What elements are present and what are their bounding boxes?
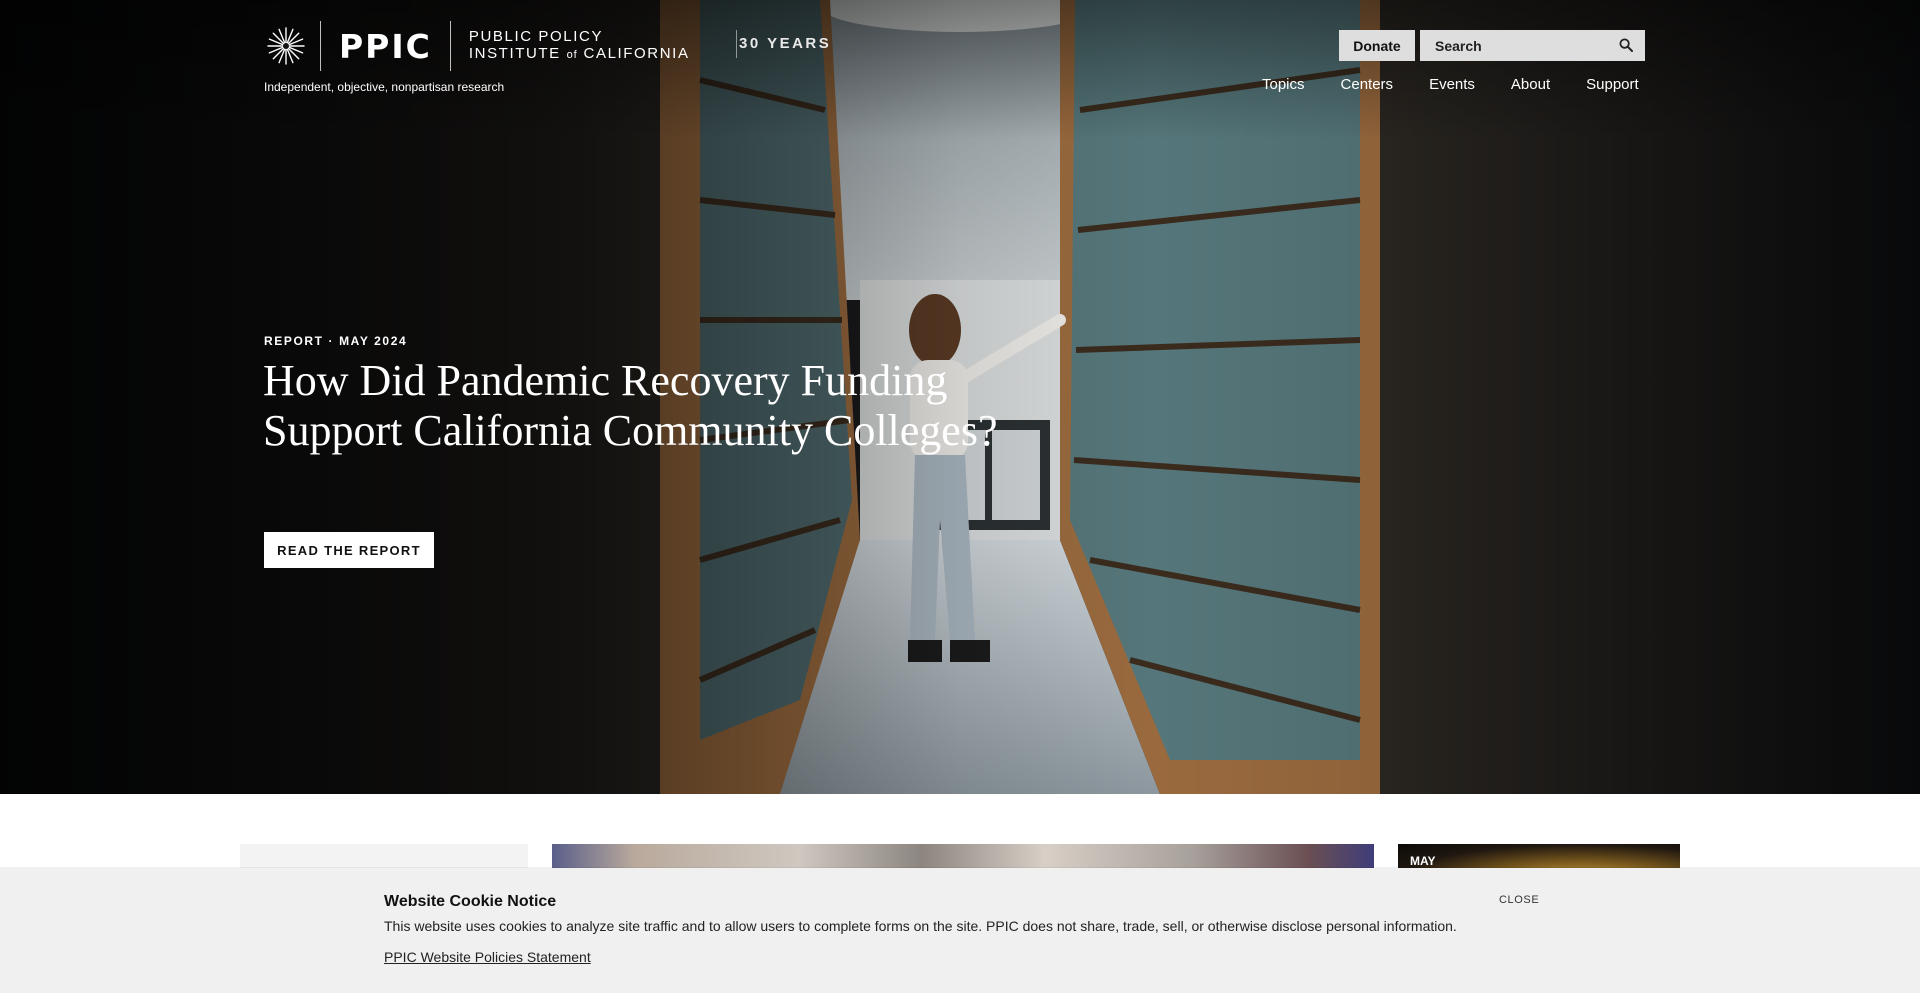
nav-events[interactable]: Events [1429,76,1475,93]
logo-name-line1: PUBLIC POLICY [468,28,604,45]
logo-name-of: of [566,49,578,61]
nav-topics[interactable]: Topics [1262,76,1305,93]
cookie-notice: Website Cookie Notice This website uses … [0,868,1920,993]
logo-divider [449,21,451,71]
read-report-button[interactable]: READ THE REPORT [264,532,434,568]
logo-divider [320,21,321,71]
site-tagline: Independent, objective, nonpartisan rese… [264,80,505,94]
cookie-notice-title: Website Cookie Notice [384,893,557,910]
cookie-close-button[interactable]: CLOSE [1499,894,1539,906]
search-input[interactable] [1420,30,1620,61]
starburst-logo-icon [267,27,305,65]
logo-wordmark: PPIC [339,26,432,66]
nav-support[interactable]: Support [1586,76,1639,93]
event-month-label: MAY [1410,854,1436,868]
nav-centers[interactable]: Centers [1341,76,1394,93]
report-eyebrow: REPORT · MAY 2024 [264,334,408,348]
logo-name-line2-b: CALIFORNIA [583,45,690,62]
logo-name-line2-a: INSTITUTE [468,45,561,62]
cookie-notice-text: This website uses cookies to analyze sit… [384,918,1457,934]
main-nav: Topics Centers Events About Support [1262,76,1639,93]
policies-statement-link[interactable]: PPIC Website Policies Statement [384,949,591,965]
nav-about[interactable]: About [1511,76,1550,93]
hero-top-shade [0,0,1920,140]
ppic-logo-link[interactable]: PPIC PUBLIC POLICY INSTITUTE of CALIFORN… [266,21,690,71]
hero-banner: PPIC PUBLIC POLICY INSTITUTE of CALIFORN… [0,0,1920,794]
search-icon[interactable] [1619,38,1633,52]
hero-headline[interactable]: How Did Pandemic Recovery Funding Suppor… [263,356,1023,456]
search-box [1420,30,1645,61]
logo-institute-name: PUBLIC POLICY INSTITUTE of CALIFORNIA [469,28,690,64]
anniversary-badge: 30 YEARS [736,30,833,58]
donate-button[interactable]: Donate [1339,30,1415,61]
